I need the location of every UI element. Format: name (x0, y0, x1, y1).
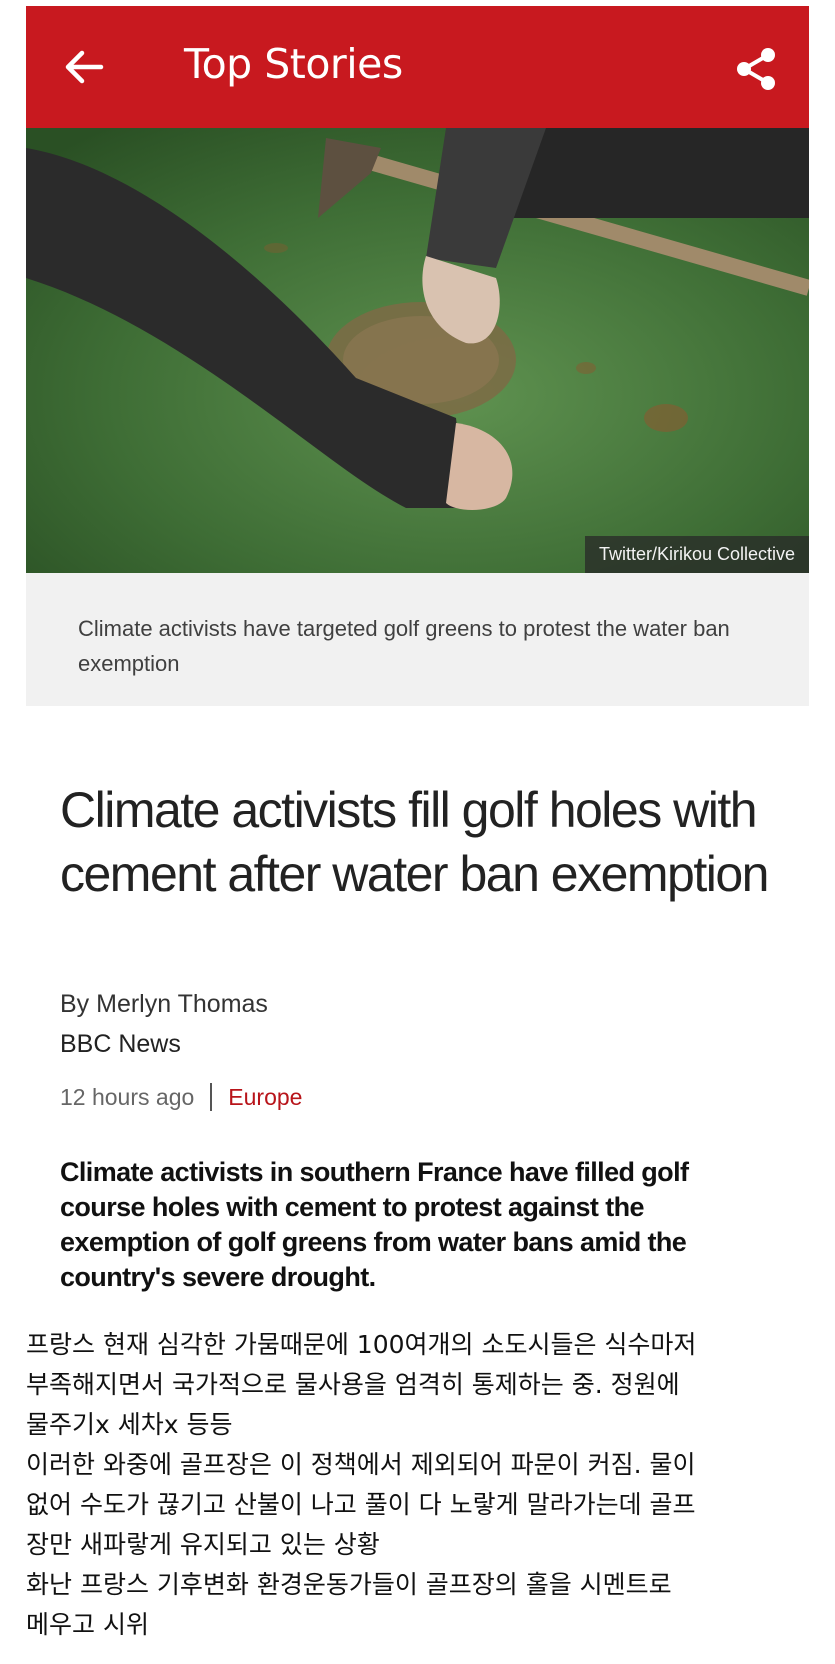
comment-line: 이러한 와중에 골프장은 이 정책에서 제외되어 파문이 커짐. 물이 (26, 1450, 696, 1479)
article-timestamp: 12 hours ago (60, 1083, 195, 1110)
meta-divider (210, 1083, 213, 1111)
share-button[interactable] (731, 44, 781, 94)
article-source: BBC News (60, 1030, 181, 1058)
photo-credit: Twitter/Kirikou Collective (584, 536, 809, 573)
comment-line: 메우고 시위 (26, 1610, 149, 1639)
top-app-bar: Top Stories (26, 6, 809, 128)
comment-line: 없어 수도가 끊기고 산불이 나고 풀이 다 노랗게 말라가는데 골프 (26, 1490, 696, 1519)
section-link[interactable]: Europe (228, 1084, 302, 1111)
comment-line: 화난 프랑스 기후변화 환경운동가들이 골프장의 홀을 시멘트로 (26, 1570, 672, 1599)
back-button[interactable] (58, 41, 110, 93)
page-title: Top Stories (184, 40, 403, 88)
article-screen: Top Stories Twitter/Kirikou Collective C… (26, 6, 809, 706)
comment-text: 프랑스 현재 심각한 가뭄때문에 100여개의 소도시들은 식수마저 부족해지면… (26, 1325, 816, 1645)
share-icon (737, 48, 775, 90)
article-summary: Climate activists in southern France hav… (60, 1157, 689, 1292)
comment-line: 장만 새파랗게 유지되고 있는 상황 (26, 1530, 380, 1559)
comment-line: 부족해지면서 국가적으로 물사용을 엄격히 통제하는 중. 정원에 (26, 1370, 680, 1399)
comment-line: 물주기x 세차x 등등 (26, 1410, 233, 1439)
hero-image: Twitter/Kirikou Collective (26, 128, 809, 573)
caption-box: Climate activists have targeted golf gre… (26, 573, 809, 706)
article-byline: By Merlyn Thomas (60, 990, 268, 1018)
article-headline: Climate activists fill golf holes with c… (60, 782, 769, 902)
image-caption: Climate activists have targeted golf gre… (78, 616, 730, 676)
arrow-left-icon (65, 50, 104, 84)
photo-golf-green (26, 128, 809, 573)
comment-line: 프랑스 현재 심각한 가뭄때문에 100여개의 소도시들은 식수마저 (26, 1330, 697, 1359)
article-meta: 12 hours ago Europe (60, 1083, 302, 1111)
